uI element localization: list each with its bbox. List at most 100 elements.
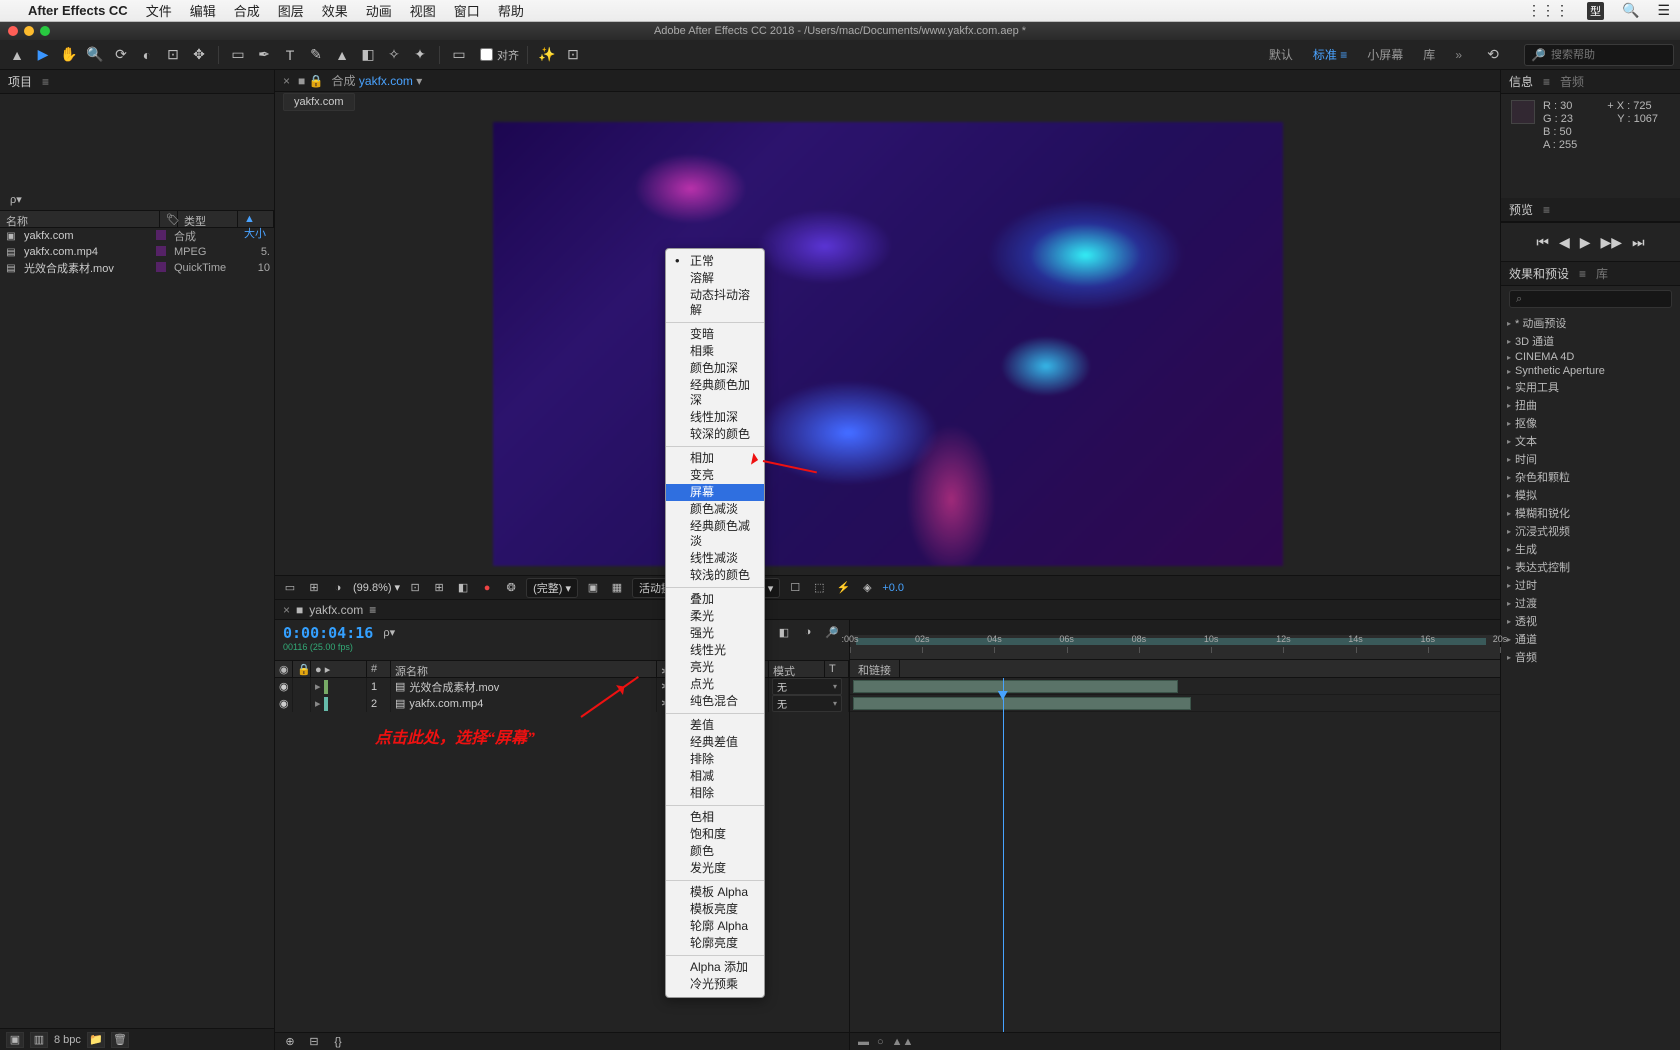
zoom-icon[interactable] (40, 26, 50, 36)
blend-mode-item[interactable]: 线性减淡 (666, 550, 764, 567)
align-checkbox[interactable] (480, 48, 493, 61)
project-item[interactable]: ▤ yakfx.com.mp4 MPEG 5. (0, 244, 274, 260)
zoom-level[interactable]: (99.8%) ▾ (353, 581, 400, 594)
header-name[interactable]: 名称 (0, 211, 160, 227)
close-icon[interactable] (8, 26, 18, 36)
timeline-search-prefix[interactable]: ρ▾ (383, 626, 395, 639)
workspace-reset-icon[interactable]: ⟲ (1482, 44, 1504, 66)
time-ruler[interactable]: :00s02s04s06s08s10s12s14s16s20s (850, 635, 1500, 659)
col-num[interactable]: # (367, 661, 391, 677)
layout-icon[interactable]: ⊞ (305, 580, 323, 596)
wifi-icon[interactable]: ⋮⋮⋮ (1527, 2, 1569, 19)
effects-folder[interactable]: ▸扭曲 (1505, 396, 1676, 414)
play-icon[interactable]: ▶ (1580, 234, 1591, 251)
blend-mode-item[interactable]: 较深的颜色 (666, 426, 764, 443)
panel-menu-icon[interactable]: ≡ (42, 75, 49, 89)
blend-mode-item[interactable]: 模板 Alpha (666, 884, 764, 901)
effects-folder[interactable]: ▸抠像 (1505, 414, 1676, 432)
blend-mode-item[interactable]: 相加 (666, 450, 764, 467)
effects-folder[interactable]: ▸音频 (1505, 648, 1676, 666)
blend-mode-item[interactable]: 排除 (666, 751, 764, 768)
home-icon[interactable]: ▲ (6, 44, 28, 66)
project-tab[interactable]: 项目 (8, 73, 32, 90)
panel-menu-icon[interactable]: ≡ (369, 603, 376, 617)
channels2-icon[interactable]: ❂ (502, 580, 520, 596)
menu-animation[interactable]: 动画 (366, 1, 392, 20)
bounds-icon[interactable]: ▭ (448, 44, 470, 66)
toggle-parent-icon[interactable]: {} (329, 1034, 347, 1050)
blend-mode-item[interactable]: 模板亮度 (666, 901, 764, 918)
blend-mode-item[interactable]: 强光 (666, 625, 764, 642)
timeline-tab[interactable]: yakfx.com (309, 603, 363, 617)
toggle-modes-icon[interactable]: ⊟ (305, 1034, 323, 1050)
effects-folder[interactable]: ▸过时 (1505, 576, 1676, 594)
blend-mode-item[interactable]: 变亮 (666, 467, 764, 484)
wand-icon[interactable]: ✨ (536, 44, 558, 66)
ime-icon[interactable]: 型 (1587, 2, 1604, 20)
roi-icon[interactable]: ▣ (584, 580, 602, 596)
blend-mode-item[interactable]: 较浅的颜色 (666, 567, 764, 584)
frame-icon[interactable]: ⊡ (406, 580, 424, 596)
anchor-tool-icon[interactable]: ✥ (188, 44, 210, 66)
layer-bar[interactable] (853, 697, 1191, 710)
blend-mode-item[interactable]: 经典颜色减淡 (666, 518, 764, 550)
fast-icon[interactable]: ⚡ (834, 580, 852, 596)
blend-mode-item[interactable]: 相乘 (666, 343, 764, 360)
blend-mode-item[interactable]: 点光 (666, 676, 764, 693)
new-folder-icon[interactable]: 📁 (87, 1032, 105, 1048)
snap-icon[interactable]: ⊡ (562, 44, 584, 66)
col-visibility-icon[interactable]: ◉ (275, 661, 293, 677)
blend-mode-item[interactable]: 线性加深 (666, 409, 764, 426)
next-frame-icon[interactable]: ▶▶ (1601, 234, 1623, 251)
exposure-value[interactable]: +0.0 (882, 582, 904, 594)
tl-av-icon[interactable]: ◧ (775, 624, 793, 640)
blend-mode-item[interactable]: 溶解 (666, 270, 764, 287)
menu-layer[interactable]: 图层 (278, 1, 304, 20)
effects-folder[interactable]: ▸实用工具 (1505, 378, 1676, 396)
xparent-icon[interactable]: ▦ (608, 580, 626, 596)
viewer[interactable] (275, 112, 1500, 575)
ws-small[interactable]: 小屏幕 (1367, 46, 1403, 63)
help-search[interactable]: 🔎 (1524, 44, 1674, 66)
col-parent[interactable]: 和链接 (850, 660, 900, 677)
project-item[interactable]: ▤ 光效合成素材.mov QuickTime 10 (0, 260, 274, 276)
blend-mode-item[interactable]: 色相 (666, 809, 764, 826)
library-tab[interactable]: 库 (1596, 265, 1608, 282)
first-frame-icon[interactable]: ⏮ (1536, 234, 1549, 251)
header-tag-icon[interactable]: 🏷 (160, 211, 178, 227)
blend-mode-menu[interactable]: 正常溶解动态抖动溶解变暗相乘颜色加深经典颜色加深线性加深较深的颜色相加变亮屏幕颜… (665, 248, 765, 998)
blend-mode-item[interactable]: 屏幕 (666, 484, 764, 501)
effects-folder[interactable]: ▸表达式控制 (1505, 558, 1676, 576)
ws-library[interactable]: 库 (1423, 46, 1435, 63)
menu-help[interactable]: 帮助 (498, 1, 524, 20)
flowchart-tab[interactable]: yakfx.com (283, 93, 355, 111)
info-tab[interactable]: 信息 (1509, 73, 1533, 90)
blend-mode-item[interactable]: 柔光 (666, 608, 764, 625)
brush-tool-icon[interactable]: ✎ (305, 44, 327, 66)
minimize-icon[interactable] (24, 26, 34, 36)
pen-tool-icon[interactable]: ✒ (253, 44, 275, 66)
effects-folder[interactable]: ▸时间 (1505, 450, 1676, 468)
channels-icon[interactable]: ● (478, 580, 496, 596)
blend-mode-item[interactable]: 正常 (666, 253, 764, 270)
effects-folder[interactable]: ▸模糊和锐化 (1505, 504, 1676, 522)
zoom-tool-icon[interactable]: 🔍 (84, 44, 106, 66)
ws-standard[interactable]: 标准 ≡ (1313, 46, 1347, 63)
tl-search-icon[interactable]: 🔎 (823, 624, 841, 640)
work-area[interactable] (856, 638, 1486, 645)
col-name[interactable]: 源名称 (391, 661, 657, 677)
col-lock-icon[interactable]: 🔒 (293, 661, 311, 677)
blend-mode-item[interactable]: 饱和度 (666, 826, 764, 843)
audio-tab[interactable]: 音频 (1560, 73, 1584, 90)
effects-folder[interactable]: ▸杂色和颗粒 (1505, 468, 1676, 486)
blend-mode-item[interactable]: 亮光 (666, 659, 764, 676)
effects-tab[interactable]: 效果和预设 (1509, 265, 1569, 282)
depth-icon[interactable]: ◈ (858, 580, 876, 596)
menu-file[interactable]: 文件 (146, 1, 172, 20)
menu-window[interactable]: 窗口 (454, 1, 480, 20)
effects-folder[interactable]: ▸生成 (1505, 540, 1676, 558)
menu-view[interactable]: 视图 (410, 1, 436, 20)
menu-effect[interactable]: 效果 (322, 1, 348, 20)
effects-folder[interactable]: ▸3D 通道 (1505, 332, 1676, 350)
visibility-toggle[interactable]: ◉ (275, 695, 293, 712)
